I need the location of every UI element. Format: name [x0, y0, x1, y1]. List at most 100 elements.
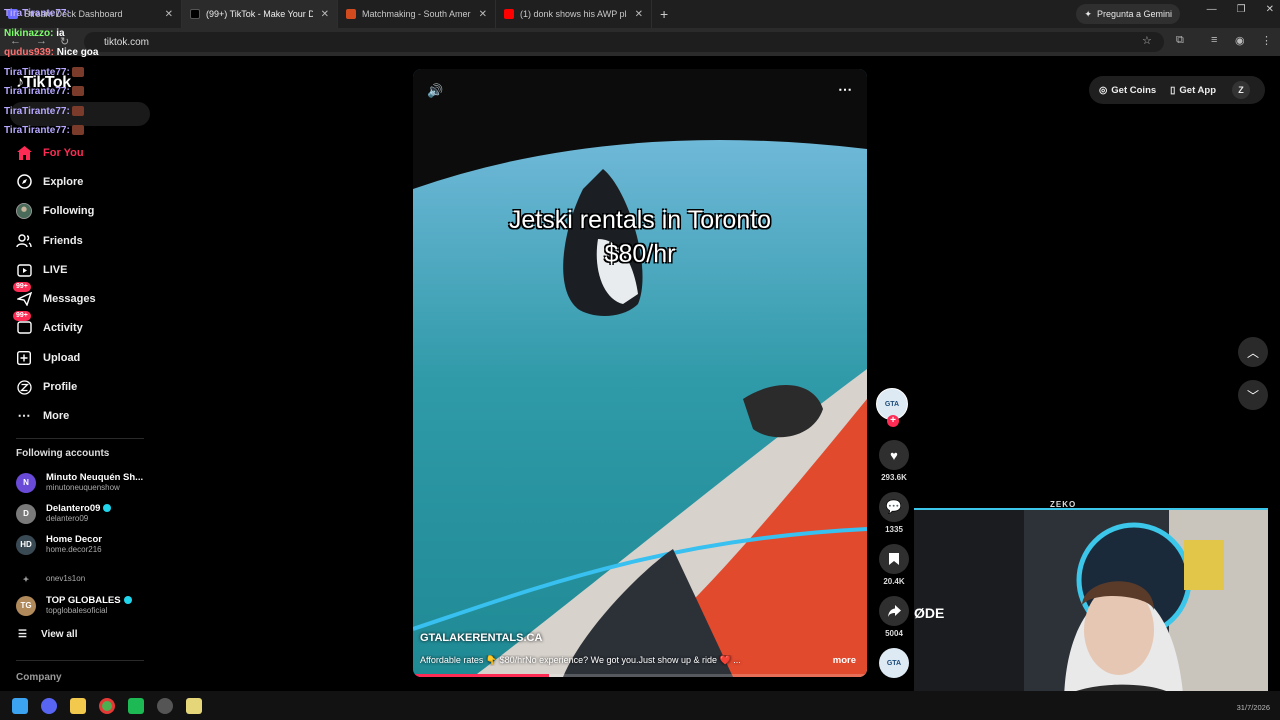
volume-icon[interactable]: 🔊 — [427, 83, 443, 99]
live-icon — [16, 262, 32, 278]
following-account-item[interactable]: N Minuto Neuquén Sh... minutoneuquenshow — [16, 472, 156, 493]
tab-youtube[interactable]: (1) donk shows his AWP play in ✕ — [496, 0, 652, 28]
sidebar-item-label: Messages — [43, 293, 96, 306]
comment-action[interactable]: 💬 1335 — [876, 492, 912, 534]
tab-matchmaking[interactable]: Matchmaking - South America ✕ — [338, 0, 496, 28]
comment-icon: 💬 — [879, 492, 909, 522]
file-explorer-icon[interactable] — [70, 697, 86, 714]
sidebar-item-label: Following — [43, 205, 95, 218]
bookmark-icon — [879, 544, 909, 574]
new-tab-button[interactable]: + — [660, 6, 668, 22]
close-tab-icon[interactable]: ✕ — [165, 9, 173, 20]
windows-start-icon[interactable] — [12, 697, 28, 714]
share-action[interactable]: 5004 — [876, 596, 912, 638]
chrome-icon[interactable] — [99, 697, 115, 714]
discord-icon[interactable] — [41, 697, 57, 714]
video-author[interactable]: GTALAKERENTALS.CA — [420, 632, 542, 644]
company-link[interactable]: Company — [16, 672, 62, 683]
coin-icon: ◎ — [1099, 84, 1108, 96]
sound-disc[interactable]: GTA — [876, 648, 912, 678]
minimize-icon[interactable]: — — [1207, 4, 1217, 15]
notes-icon[interactable] — [186, 697, 202, 714]
following-account-item[interactable]: ✦ onev1s1on — [16, 569, 156, 589]
sidebar-item-profile[interactable]: Profile — [16, 372, 156, 401]
close-window-icon[interactable]: ✕ — [1266, 4, 1274, 15]
video-player[interactable]: 🔊 ⋯ Jetski rentals in Toronto $80/hr GTA… — [413, 69, 867, 677]
following-account-item[interactable]: TG TOP GLOBALES topglobalesoficial — [16, 595, 156, 616]
avatar: HD — [16, 534, 36, 555]
sidebar-item-friends[interactable]: Friends — [16, 226, 156, 255]
view-all-button[interactable]: ☰ View all — [18, 629, 77, 640]
video-options-icon[interactable]: ⋯ — [838, 81, 853, 98]
save-action[interactable]: 20.4K — [876, 544, 912, 586]
more-icon: ⋯ — [17, 408, 31, 424]
creator-avatar[interactable]: GTA + — [876, 388, 908, 427]
activity-badge: 99+ — [13, 311, 31, 322]
extensions-icon[interactable]: ⧉ — [1176, 34, 1184, 47]
avatar-initial: HD — [20, 540, 32, 549]
chat-line: TiraTirante77: — [4, 67, 84, 78]
list-icon: ☰ — [18, 629, 27, 640]
get-app-button[interactable]: ▯ Get App — [1170, 85, 1216, 96]
sidebar-item-live[interactable]: LIVE — [16, 255, 156, 284]
follow-plus-icon[interactable]: + — [887, 415, 899, 427]
chat-user: TiraTirante77: — [4, 86, 70, 97]
messages-badge: 99+ — [13, 282, 31, 293]
profile-avatar-icon[interactable]: ◉ — [1235, 34, 1245, 47]
caption-line: $80/hr — [604, 240, 676, 268]
previous-video-button[interactable]: ︿ — [1238, 337, 1268, 367]
following-accounts-heading: Following accounts — [16, 448, 110, 459]
tab-tiktok[interactable]: (99+) TikTok - Make Your Day ✕ — [182, 0, 338, 28]
close-tab-icon[interactable]: ✕ — [479, 9, 487, 20]
caption-line: Jetski rentals in Toronto — [508, 206, 772, 234]
video-progress-bar[interactable] — [413, 674, 867, 677]
chat-line: Nikinazzo: ia — [4, 28, 65, 39]
verified-badge-icon — [103, 504, 112, 513]
sidebar-item-upload[interactable]: Upload — [16, 343, 156, 372]
settings-icon[interactable] — [157, 697, 173, 714]
profile-avatar-icon[interactable]: Z — [1232, 81, 1250, 99]
url-field[interactable]: tiktok.com — [84, 32, 1164, 52]
chat-user: TiraTirante77: — [4, 125, 70, 136]
sidebar-item-label: Upload — [43, 351, 81, 364]
sidebar-item-messages[interactable]: 99+ Messages — [13, 282, 156, 313]
emote-icon — [71, 86, 84, 97]
maximize-icon[interactable]: ❐ — [1237, 4, 1246, 15]
avatar-initial: ✦ — [22, 574, 30, 584]
sidebar-item-following[interactable]: Following — [16, 197, 156, 226]
chevron-up-icon: ︿ — [1246, 345, 1259, 360]
account-handle: minutoneuquenshow — [46, 483, 120, 492]
chat-message: ia — [56, 28, 65, 39]
sidebar-item-for-you[interactable]: For You — [16, 138, 156, 167]
account-name: Minuto Neuquén Sh... — [46, 472, 144, 483]
sidebar-item-label: For You — [43, 146, 84, 159]
avatar: TG — [16, 595, 36, 616]
account-name: TOP GLOBALES — [46, 595, 121, 606]
sidebar-item-explore[interactable]: Explore — [16, 167, 156, 196]
sidebar-item-more[interactable]: ⋯ More — [16, 402, 156, 431]
gemini-button[interactable]: ✦ Pregunta a Gemini — [1076, 4, 1180, 24]
media-icon[interactable]: ≡ — [1211, 34, 1217, 46]
friends-icon — [16, 233, 32, 249]
avatar-initial: N — [23, 478, 29, 487]
window-controls: — ❐ ✕ — [1207, 4, 1274, 15]
share-count: 5004 — [885, 629, 903, 638]
browser-menu-icon[interactable]: ⋮ — [1261, 34, 1272, 47]
avatar: ✦ — [16, 569, 36, 589]
following-account-item[interactable]: D Delantero09 delantero09 — [16, 503, 156, 524]
share-icon — [879, 596, 909, 626]
emote-icon — [71, 67, 84, 78]
like-action[interactable]: ♥ 293.6K — [876, 440, 912, 482]
taskbar-date: 31/7/2026 — [1236, 703, 1270, 712]
sidebar-item-activity[interactable]: 99+ Activity — [13, 311, 156, 343]
get-coins-button[interactable]: ◎ Get Coins — [1099, 85, 1156, 96]
bookmark-star-icon[interactable]: ☆ — [1142, 34, 1152, 47]
close-tab-icon[interactable]: ✕ — [321, 9, 329, 20]
description-more-button[interactable]: more — [833, 655, 856, 666]
video-description: Affordable rates 👇 $80/hrNo experience? … — [420, 655, 741, 665]
following-account-item[interactable]: HD Home Decor home.decor216 — [16, 534, 156, 555]
avatar: D — [16, 503, 36, 524]
next-video-button[interactable]: ﹀ — [1238, 380, 1268, 410]
app-icon[interactable] — [128, 697, 144, 714]
close-tab-icon[interactable]: ✕ — [635, 9, 643, 20]
